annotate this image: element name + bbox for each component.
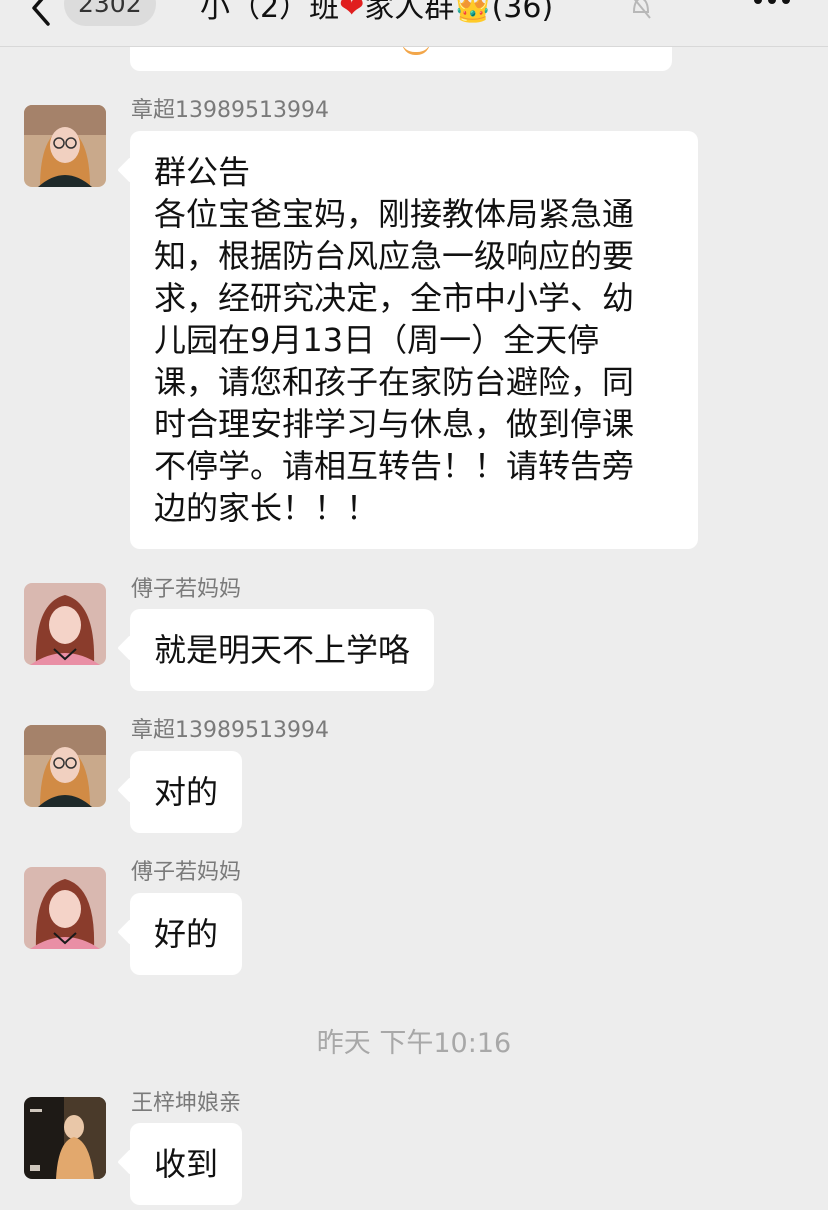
title-text: 小（2）班: [200, 0, 340, 25]
notice-title: 群公告: [154, 153, 251, 191]
message-bubble[interactable]: 对的: [130, 751, 243, 833]
title-text-2: 家人群: [364, 0, 455, 25]
notice-line: 课，请您和孩子在家防台避险，同: [154, 363, 635, 401]
sender-name: 章超13989513994: [131, 98, 329, 123]
sender-name: 王梓坤娘亲: [131, 1091, 242, 1116]
heart-icon: ❤: [339, 0, 365, 25]
notice-line: 边的家长！！！: [154, 489, 379, 527]
mute-icon: [632, 0, 651, 19]
avatar[interactable]: [24, 583, 106, 665]
message-bubble[interactable]: 就是明天不上学咯: [130, 609, 435, 691]
message-bubble[interactable]: 收到: [130, 1123, 243, 1205]
notice-line: 时合理安排学习与休息，做到停课: [154, 405, 635, 443]
unread-count-badge[interactable]: 2302: [64, 0, 156, 26]
avatar[interactable]: [24, 1097, 106, 1179]
avatar[interactable]: [24, 725, 106, 807]
avatar-woman-pink-icon: [24, 867, 106, 949]
chat-header: 2302 小（2）班❤家人群👑(36): [0, 0, 828, 47]
notice-line: 儿园在9月13日（周一）全天停: [154, 321, 600, 359]
timestamp: 昨天 下午10:16: [316, 1028, 512, 1059]
crown-icon: 👑: [454, 0, 492, 25]
notice-line: 各位宝爸宝妈，刚接教体局紧急通: [154, 195, 635, 233]
sender-name: 傅子若妈妈: [131, 860, 242, 885]
chat-title: 小（2）班❤家人群👑(36): [200, 0, 553, 28]
member-count: (36): [491, 0, 554, 25]
sender-name: 傅子若妈妈: [131, 577, 242, 602]
avatar[interactable]: [24, 867, 106, 949]
notice-line: 求，经研究决定，全市中小学、幼: [154, 279, 635, 317]
avatar-woman-glasses-icon: [24, 725, 106, 807]
avatar-album-cover-icon: [24, 1097, 106, 1179]
avatar[interactable]: [24, 105, 106, 187]
notice-line: 知，根据防台风应急一级响应的要: [154, 237, 635, 275]
more-icon[interactable]: [750, 0, 794, 14]
notice-line: 不停学。请相互转告！！请转告旁: [154, 447, 635, 485]
group-notice-bubble[interactable]: 群公告 各位宝爸宝妈，刚接教体局紧急通 知，根据防台风应急一级响应的要 求，经研…: [130, 131, 698, 549]
sender-name: 章超13989513994: [131, 718, 329, 743]
message-bubble[interactable]: 好的: [130, 893, 243, 975]
avatar-woman-pink-icon: [24, 583, 106, 665]
avatar-woman-glasses-icon: [24, 105, 106, 187]
back-arrow-icon[interactable]: [26, 0, 56, 28]
